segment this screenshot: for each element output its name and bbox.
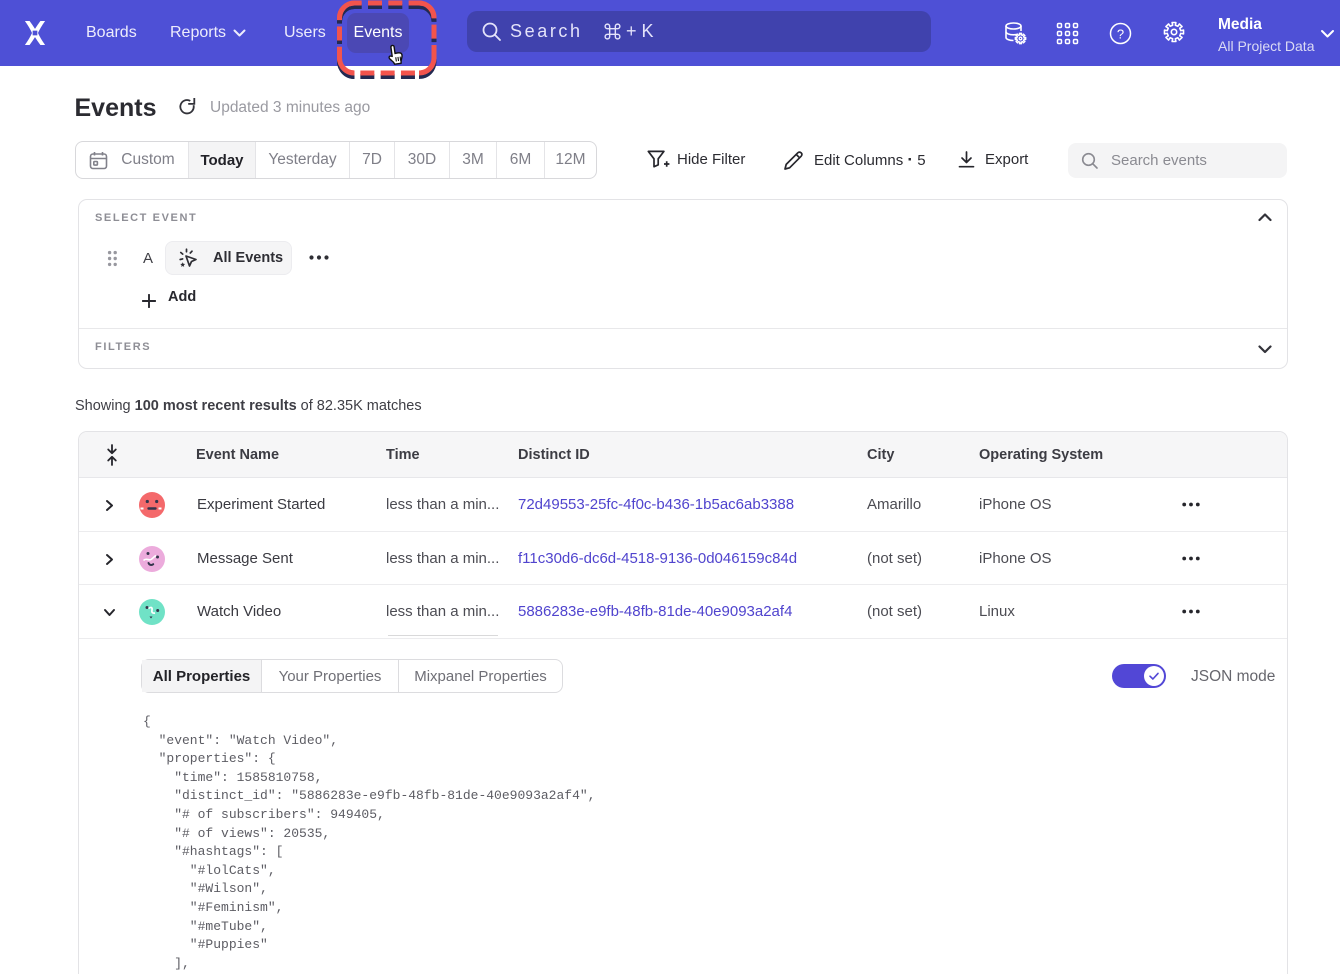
svg-text:?: ? (1117, 27, 1124, 42)
